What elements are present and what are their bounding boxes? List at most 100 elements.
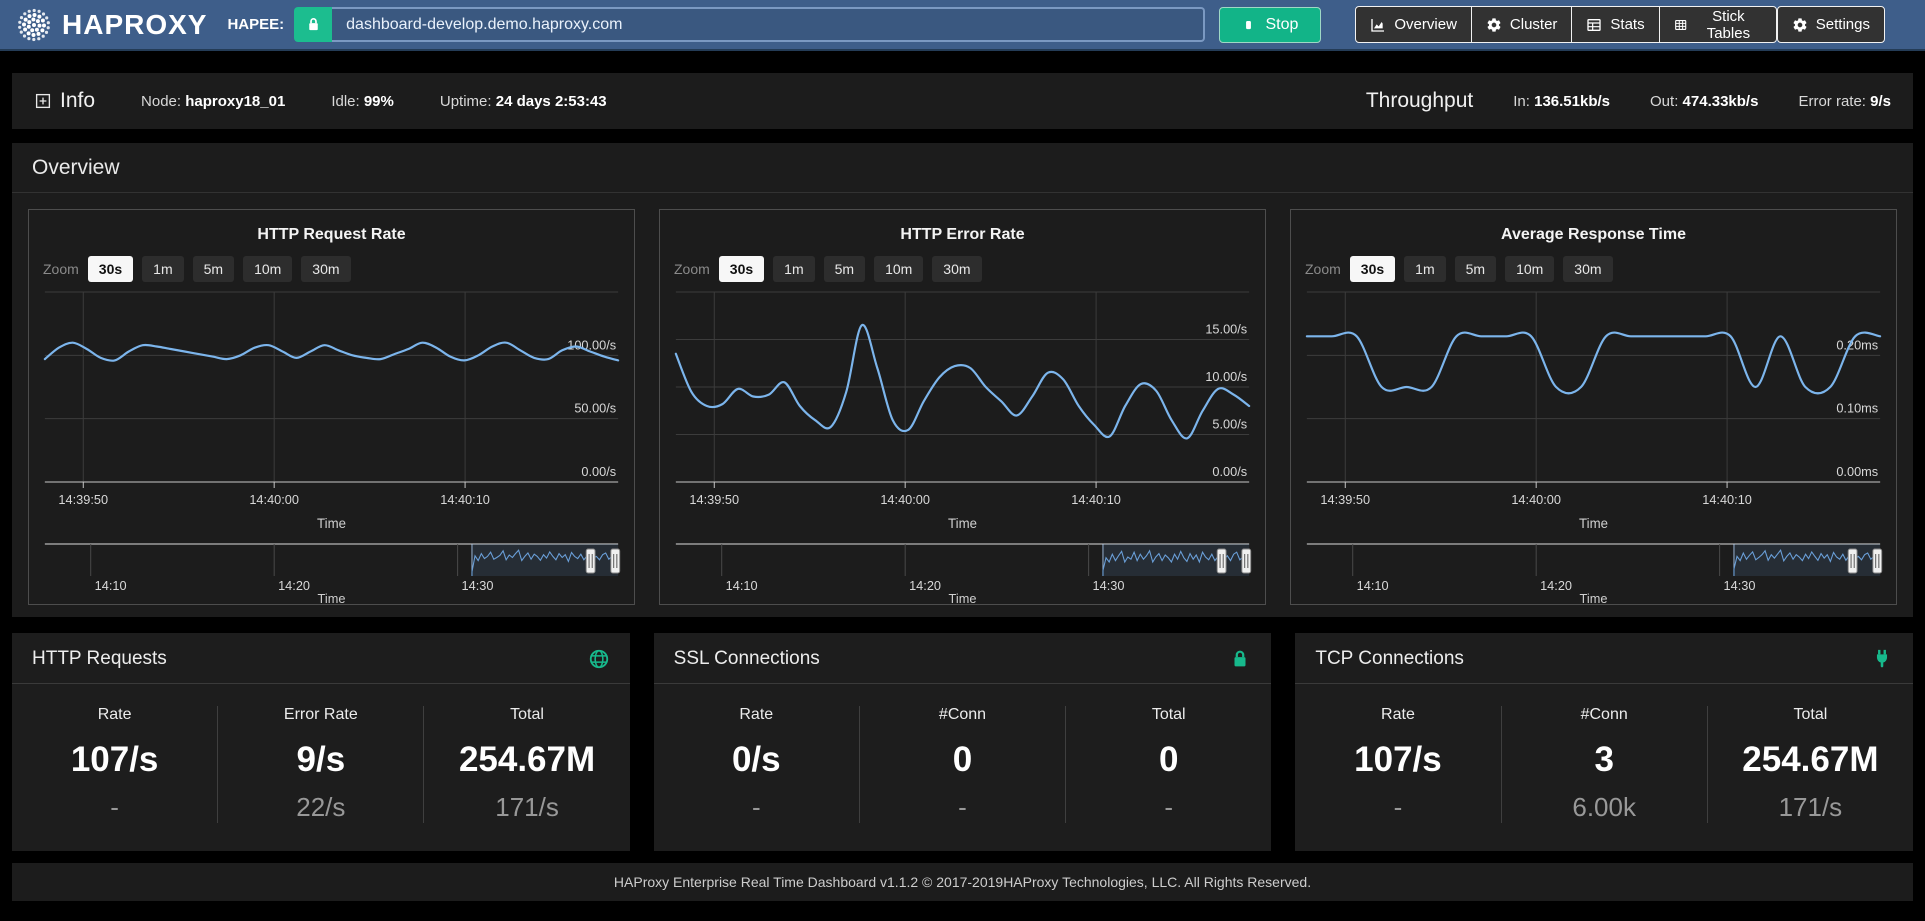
idle-stat: Idle: 99%: [331, 93, 394, 110]
footer: HAProxy Enterprise Real Time Dashboard v…: [12, 863, 1913, 901]
zoom-label: Zoom: [674, 261, 710, 277]
nav-axis-label: 14:10: [1357, 578, 1389, 593]
cluster-button-label: Cluster: [1510, 16, 1558, 33]
info-bar: Info Node: haproxy18_01 Idle: 99% Uptime…: [12, 73, 1913, 129]
average-response-time-navigator[interactable]: 14:1014:2014:30Time: [1299, 542, 1888, 604]
settings-button-label: Settings: [1816, 16, 1870, 33]
nav-right-handle[interactable]: [1242, 549, 1251, 573]
overview-button[interactable]: Overview: [1355, 6, 1472, 43]
zoom-30m-button[interactable]: 30m: [1563, 256, 1612, 282]
conn-column: #Conn 0 -: [859, 706, 1065, 823]
zoom-5m-button[interactable]: 5m: [1455, 256, 1496, 282]
x-axis-label: 14:40:00: [880, 492, 930, 507]
http-request-rate-navigator[interactable]: 14:1014:2014:30Time: [37, 542, 626, 604]
http-error-rate-navigator[interactable]: 14:10 14:20 14:30 Time: [668, 542, 1257, 604]
series-line: [676, 325, 1249, 439]
zoom-label: Zoom: [43, 261, 79, 277]
stick-tables-button-label: Stick Tables: [1695, 8, 1762, 42]
stop-button[interactable]: Stop: [1219, 7, 1321, 43]
card-title: SSL Connections: [674, 648, 820, 670]
nav-axis-title: Time: [1580, 591, 1608, 604]
nav-left-handle[interactable]: [1217, 549, 1226, 573]
zoom-30s-button[interactable]: 30s: [88, 256, 133, 282]
total-column: Total 254.67M 171/s: [423, 706, 629, 823]
nav-axis-label: 14:10: [95, 578, 127, 593]
info-toggle[interactable]: Info: [34, 89, 95, 113]
x-axis-label: 14:40:00: [1511, 492, 1561, 507]
zoom-5m-button[interactable]: 5m: [824, 256, 865, 282]
main-nav-group: Overview Cluster Stats Stick Tables: [1355, 6, 1776, 43]
nav-selected-range: [472, 544, 618, 576]
top-navbar: HAPROXY HAPEE: Stop Overview Cluster Sta…: [0, 0, 1925, 51]
zoom-30m-button[interactable]: 30m: [932, 256, 981, 282]
nav-axis-label: 14:30: [462, 578, 494, 593]
x-axis-label: 14:40:00: [249, 492, 299, 507]
ssl-connections-card: SSL Connections Rate 0/s - #Conn 0 - Tot…: [654, 633, 1272, 851]
x-axis-title: Time: [317, 516, 346, 531]
card-body: Rate 107/s - #Conn 3 6.00k Total 254.67M…: [1295, 684, 1913, 851]
x-axis-title: Time: [1579, 516, 1608, 531]
zoom-30s-button[interactable]: 30s: [1350, 256, 1395, 282]
stats-button[interactable]: Stats: [1571, 6, 1659, 43]
x-axis-label: 14:40:10: [1071, 492, 1121, 507]
x-axis-title: Time: [948, 516, 977, 531]
info-title-label: Info: [60, 89, 95, 113]
nav-right-handle[interactable]: [1873, 549, 1882, 573]
nav-axis-label: 14:30: [1093, 578, 1125, 593]
zoom-controls: Zoom 30s 1m 5m 10m 30m: [43, 256, 626, 282]
stick-tables-button[interactable]: Stick Tables: [1659, 6, 1777, 43]
y-axis-label: 100.00/s: [567, 337, 616, 352]
brand-name: HAPROXY: [62, 9, 207, 41]
nav-axis-title: Time: [949, 591, 977, 604]
overview-button-label: Overview: [1394, 16, 1457, 33]
haproxy-brand: HAPROXY: [14, 5, 207, 45]
gear-icon: [1792, 17, 1808, 33]
zoom-10m-button[interactable]: 10m: [1505, 256, 1554, 282]
zoom-1m-button[interactable]: 1m: [142, 256, 183, 282]
nav-right-handle[interactable]: [611, 549, 620, 573]
average-response-time-chart[interactable]: 0.00ms0.10ms0.20ms14:39:5014:40:0014:40:…: [1299, 284, 1888, 536]
card-title: TCP Connections: [1315, 648, 1464, 670]
throughput-group: Throughput In: 136.51kb/s Out: 474.33kb/…: [1366, 89, 1891, 113]
footer-text: HAProxy Enterprise Real Time Dashboard v…: [614, 874, 1311, 890]
uptime-stat: Uptime: 24 days 2:53:43: [440, 93, 607, 110]
globe-icon: [588, 648, 610, 670]
x-axis-label: 14:39:50: [58, 492, 108, 507]
rate-column: Rate 0/s -: [654, 706, 859, 823]
stat-cards-row: HTTP Requests Rate 107/s - Error Rate 9/…: [12, 633, 1913, 851]
zoom-30s-button[interactable]: 30s: [719, 256, 764, 282]
x-axis-label: 14:39:50: [689, 492, 739, 507]
chart-area-icon: [1370, 17, 1386, 33]
http-request-rate-chart[interactable]: 0.00/s50.00/s100.00/s14:39:5014:40:0014:…: [37, 284, 626, 536]
total-column: Total 0 -: [1065, 706, 1271, 823]
nav-axis-label: 14:10: [726, 578, 758, 593]
zoom-30m-button[interactable]: 30m: [301, 256, 350, 282]
zoom-5m-button[interactable]: 5m: [193, 256, 234, 282]
overview-section: Overview HTTP Request Rate Zoom 30s 1m 5…: [12, 143, 1913, 617]
nav-left-handle[interactable]: [586, 549, 595, 573]
zoom-1m-button[interactable]: 1m: [773, 256, 814, 282]
zoom-1m-button[interactable]: 1m: [1404, 256, 1445, 282]
y-axis-label: 5.00/s: [1212, 416, 1247, 431]
cluster-button[interactable]: Cluster: [1471, 6, 1573, 43]
url-input[interactable]: [332, 7, 1205, 42]
http-error-rate-chart[interactable]: 0.00/s5.00/s10.00/s15.00/s14:39:5014:40:…: [668, 284, 1257, 536]
card-header: HTTP Requests: [12, 633, 630, 684]
rate-column: Rate 107/s -: [12, 706, 217, 823]
gears-icon: [1486, 17, 1502, 33]
throughput-error-rate: Error rate: 9/s: [1798, 93, 1891, 110]
nav-left-handle[interactable]: [1848, 549, 1857, 573]
zoom-10m-button[interactable]: 10m: [874, 256, 923, 282]
settings-button[interactable]: Settings: [1777, 6, 1885, 43]
total-column: Total 254.67M 171/s: [1707, 706, 1913, 823]
chart-title: HTTP Request Rate: [37, 226, 626, 244]
throughput-in: In: 136.51kb/s: [1513, 93, 1610, 110]
nav-axis-title: Time: [318, 591, 346, 604]
zoom-10m-button[interactable]: 10m: [243, 256, 292, 282]
chart-panel-http-error-rate: HTTP Error Rate Zoom 30s 1m 5m 10m 30m 0…: [659, 209, 1266, 605]
x-axis-label: 14:40:10: [440, 492, 490, 507]
url-lock-button[interactable]: [294, 7, 332, 42]
y-axis-label: 0.00/s: [1212, 464, 1247, 479]
x-axis-label: 14:39:50: [1320, 492, 1370, 507]
nav-axis-label: 14:20: [909, 578, 941, 593]
